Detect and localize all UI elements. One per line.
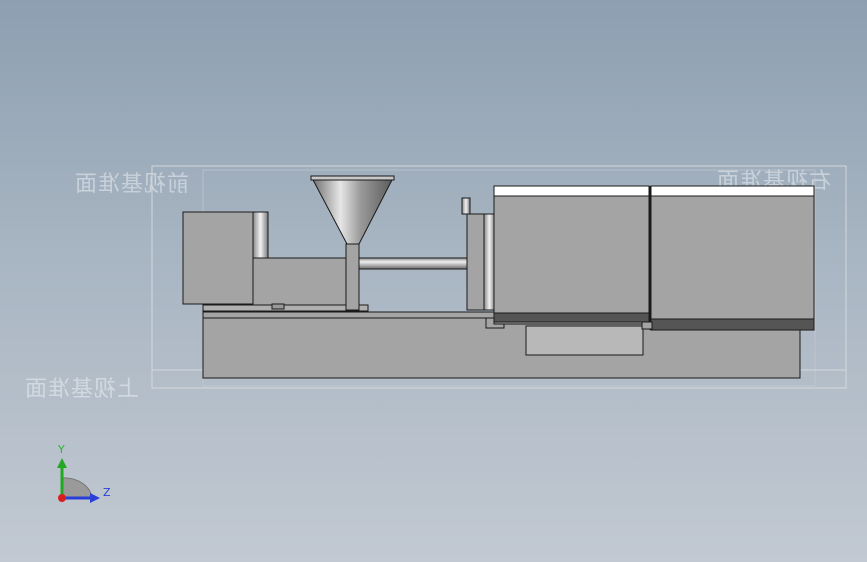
fixed-platen-face[interactable] xyxy=(483,213,496,311)
view-triad[interactable] xyxy=(57,458,100,503)
guard-left-top-strip xyxy=(493,185,650,197)
model-drawing[interactable] xyxy=(0,0,867,562)
guard-foot[interactable] xyxy=(641,321,653,330)
rail-foot[interactable] xyxy=(271,303,285,310)
safety-guard-right[interactable] xyxy=(650,185,815,331)
guard-right-bottom-band xyxy=(650,318,815,331)
safety-guard-left[interactable] xyxy=(493,185,650,325)
base-recess[interactable] xyxy=(525,325,644,356)
barrel-support[interactable] xyxy=(345,243,360,311)
guard-left-bottom-band xyxy=(493,312,650,323)
fixed-platen-bracket[interactable] xyxy=(466,213,486,311)
guard-right-top-strip xyxy=(650,185,815,197)
motor-block[interactable] xyxy=(182,211,256,305)
hopper-rim[interactable] xyxy=(310,175,395,181)
triad-x-origin xyxy=(58,494,66,502)
injection-rail[interactable] xyxy=(202,304,369,312)
triad-z-arrow xyxy=(90,493,100,503)
injection-housing[interactable] xyxy=(252,257,347,307)
nozzle-fitting[interactable] xyxy=(461,197,471,215)
hopper-cone[interactable] xyxy=(311,177,394,245)
triad-arc xyxy=(61,477,93,499)
triad-z-label: Z xyxy=(103,486,111,499)
barrel[interactable] xyxy=(358,257,485,270)
motor-flange[interactable] xyxy=(252,211,269,259)
triad-y-label: Y xyxy=(58,443,65,456)
graphics-viewport[interactable]: 前视基准面 右视基准面 上视基准面 Y Z xyxy=(0,0,867,562)
triad-y-arrow xyxy=(57,458,67,468)
